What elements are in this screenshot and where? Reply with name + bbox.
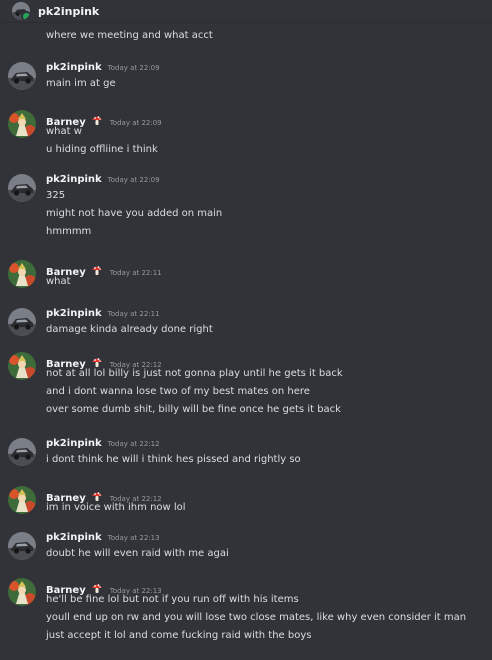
message-header: pk2inpink Today at 22:12 bbox=[46, 438, 160, 449]
message-text: 325 bbox=[46, 190, 66, 201]
message-text: might not have you added on main bbox=[46, 208, 223, 219]
timestamp: Today at 22:09 bbox=[107, 64, 160, 72]
continuation-message: where we meeting and what acct bbox=[46, 30, 213, 41]
author-name[interactable]: pk2inpink bbox=[46, 62, 102, 73]
online-status-icon bbox=[21, 11, 30, 20]
message-text: what bbox=[46, 276, 71, 287]
message-text: and i dont wanna lose two of my best mat… bbox=[46, 386, 310, 397]
car-avatar[interactable] bbox=[8, 174, 36, 202]
message-text: just accept it lol and come fucking raid… bbox=[46, 630, 312, 641]
author-name[interactable]: pk2inpink bbox=[46, 174, 102, 185]
character-avatar[interactable] bbox=[8, 260, 36, 288]
author-name[interactable]: pk2inpink bbox=[46, 532, 102, 543]
recipient-name[interactable]: pk2inpink bbox=[38, 5, 99, 18]
mushroom-icon bbox=[91, 487, 103, 501]
message-header: pk2inpink Today at 22:09 bbox=[46, 174, 160, 185]
message-list[interactable]: where we meeting and what acct pk2inpink… bbox=[0, 24, 492, 660]
message-text: i dont think he will i think hes pissed … bbox=[46, 454, 301, 465]
message-text: not at all lol billy is just not gonna p… bbox=[46, 368, 343, 379]
message-text: damage kinda already done right bbox=[46, 324, 213, 335]
timestamp: Today at 22:12 bbox=[107, 440, 160, 448]
message-text: youll end up on rw and you will lose two… bbox=[46, 612, 467, 623]
message-header: pk2inpink Today at 22:09 bbox=[46, 62, 160, 73]
message-text: he'll be fine lol but not if you run off… bbox=[46, 594, 299, 605]
message-text: main im at ge bbox=[46, 78, 116, 89]
message-header: pk2inpink Today at 22:11 bbox=[46, 308, 160, 319]
timestamp: Today at 22:11 bbox=[109, 269, 162, 277]
character-avatar[interactable] bbox=[8, 352, 36, 380]
author-name[interactable]: pk2inpink bbox=[46, 438, 102, 449]
car-avatar[interactable] bbox=[8, 438, 36, 466]
mushroom-icon bbox=[91, 579, 103, 593]
character-avatar[interactable] bbox=[8, 110, 36, 138]
message-text: over some dumb shit, billy will be fine … bbox=[46, 404, 341, 415]
message-header: pk2inpink Today at 22:13 bbox=[46, 532, 160, 543]
author-name[interactable]: pk2inpink bbox=[46, 308, 102, 319]
dm-window: pk2inpink where we meeting and what acct… bbox=[0, 0, 492, 660]
mushroom-icon bbox=[91, 353, 103, 367]
timestamp: Today at 22:11 bbox=[107, 310, 160, 318]
timestamp: Today at 22:09 bbox=[109, 119, 162, 127]
character-avatar[interactable] bbox=[8, 578, 36, 606]
message-text: what w bbox=[46, 126, 82, 137]
car-avatar[interactable] bbox=[8, 308, 36, 336]
mushroom-icon bbox=[91, 261, 103, 275]
message-text: u hiding offliine i think bbox=[46, 144, 158, 155]
dm-header: pk2inpink bbox=[0, 0, 492, 23]
car-avatar[interactable] bbox=[8, 62, 36, 90]
message-text: im in voice with ihm now lol bbox=[46, 502, 186, 513]
message-text: hmmmm bbox=[46, 226, 92, 237]
character-avatar[interactable] bbox=[8, 486, 36, 514]
car-avatar[interactable] bbox=[8, 532, 36, 560]
mushroom-icon bbox=[91, 111, 103, 125]
message-text: doubt he will even raid with me agai bbox=[46, 548, 229, 559]
timestamp: Today at 22:13 bbox=[107, 534, 160, 542]
timestamp: Today at 22:09 bbox=[107, 176, 160, 184]
recipient-avatar[interactable] bbox=[12, 2, 30, 20]
